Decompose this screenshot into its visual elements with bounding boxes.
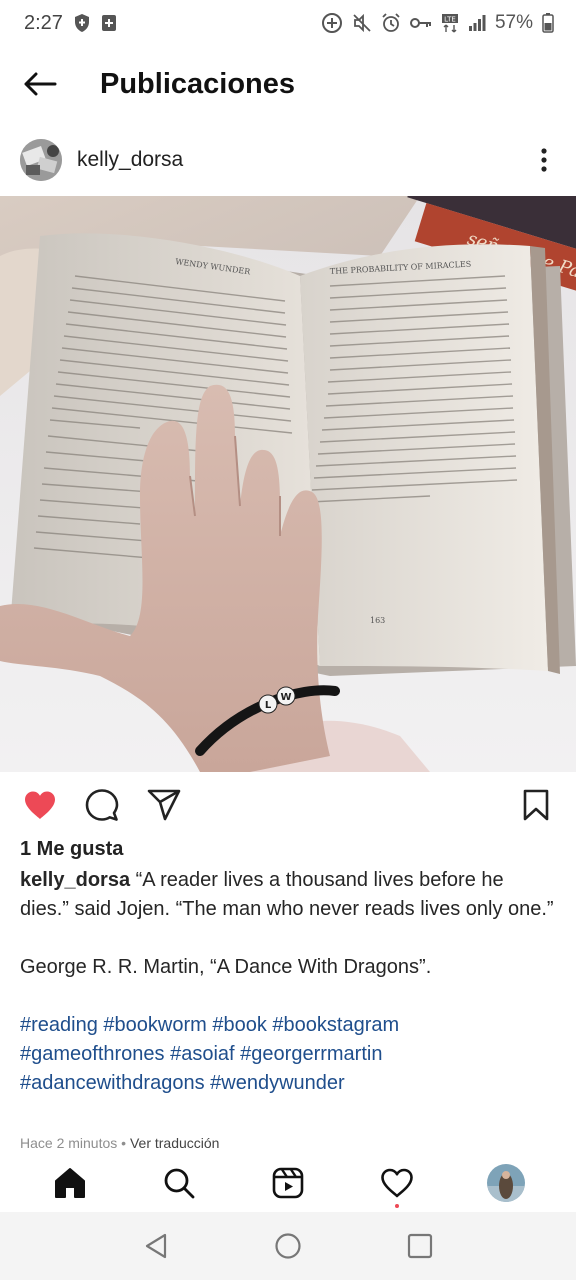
- post-photo[interactable]: señora de Paris: [0, 196, 576, 772]
- shield-icon: [73, 13, 91, 33]
- page-title: Publicaciones: [100, 67, 296, 100]
- home-icon[interactable]: [40, 1155, 100, 1211]
- add-circle-icon: [321, 12, 343, 34]
- share-send-icon[interactable]: [144, 785, 184, 825]
- search-icon[interactable]: [149, 1155, 209, 1211]
- right-page-number: 163: [370, 616, 385, 625]
- hashtag-link[interactable]: #adancewithdragons: [20, 1072, 205, 1094]
- hashtag-list: #reading #bookworm #book #bookstagram #g…: [20, 1011, 556, 1098]
- hashtag-link[interactable]: #georgerrmartin: [240, 1043, 382, 1065]
- post-meta: Hace 2 minutos • Ver traducción: [20, 1135, 219, 1151]
- post-time-ago: Hace 2 minutos: [20, 1135, 118, 1151]
- like-heart-icon[interactable]: [20, 785, 60, 825]
- activity-heart-icon[interactable]: [367, 1155, 427, 1211]
- key-icon: [409, 16, 432, 30]
- post-author-avatar[interactable]: [20, 139, 62, 181]
- home-circle-icon[interactable]: [258, 1216, 318, 1276]
- battery-percent: 57%: [494, 12, 533, 33]
- see-translation-link[interactable]: Ver traducción: [130, 1135, 220, 1151]
- post-caption: kelly_dorsa “A reader lives a thousand l…: [20, 866, 556, 1098]
- app-header: Publicaciones: [0, 52, 576, 116]
- caption-attribution: George R. R. Martin, “A Dance With Drago…: [20, 956, 432, 978]
- recents-square-icon[interactable]: [390, 1216, 450, 1276]
- post-actions: [0, 782, 576, 828]
- likes-count[interactable]: 1 Me gusta: [20, 838, 123, 861]
- mute-icon: [352, 13, 372, 33]
- bottom-navigation: [0, 1155, 576, 1211]
- hashtag-link[interactable]: #reading: [20, 1014, 98, 1036]
- hashtag-link[interactable]: #book: [212, 1014, 267, 1036]
- system-navigation-bar: [0, 1212, 576, 1280]
- hashtag-link[interactable]: #bookworm: [103, 1014, 206, 1036]
- lte-icon: LTE: [441, 13, 459, 33]
- hashtag-link[interactable]: #gameofthrones: [20, 1043, 165, 1065]
- app-notification-icon: [101, 14, 117, 32]
- caption-username[interactable]: kelly_dorsa: [20, 869, 130, 891]
- hashtag-link[interactable]: #asoiaf: [170, 1043, 235, 1065]
- alarm-icon: [381, 13, 401, 33]
- hashtag-link[interactable]: #wendywunder: [210, 1072, 345, 1094]
- svg-text:LTE: LTE: [444, 16, 456, 24]
- signal-icon: [468, 14, 486, 32]
- meta-separator: •: [121, 1135, 127, 1151]
- post-username[interactable]: kelly_dorsa: [77, 148, 532, 172]
- back-arrow-icon[interactable]: [0, 52, 80, 116]
- battery-icon: [542, 13, 554, 33]
- back-triangle-icon[interactable]: [126, 1216, 186, 1276]
- hashtag-link[interactable]: #bookstagram: [272, 1014, 399, 1036]
- bookmark-icon[interactable]: [516, 785, 556, 825]
- bracelet-letter-w: W: [280, 692, 291, 703]
- bracelet-letter-l: L: [265, 700, 272, 711]
- reels-icon[interactable]: [258, 1155, 318, 1211]
- profile-avatar-image: [486, 1164, 525, 1202]
- notification-dot: [394, 1204, 399, 1208]
- post-header: kelly_dorsa: [0, 128, 576, 192]
- profile-avatar[interactable]: [476, 1155, 536, 1211]
- more-vertical-icon[interactable]: [532, 140, 556, 180]
- status-bar: 2:27 LTE 57%: [0, 0, 576, 46]
- status-time: 2:27: [24, 11, 63, 34]
- comment-icon[interactable]: [82, 785, 122, 825]
